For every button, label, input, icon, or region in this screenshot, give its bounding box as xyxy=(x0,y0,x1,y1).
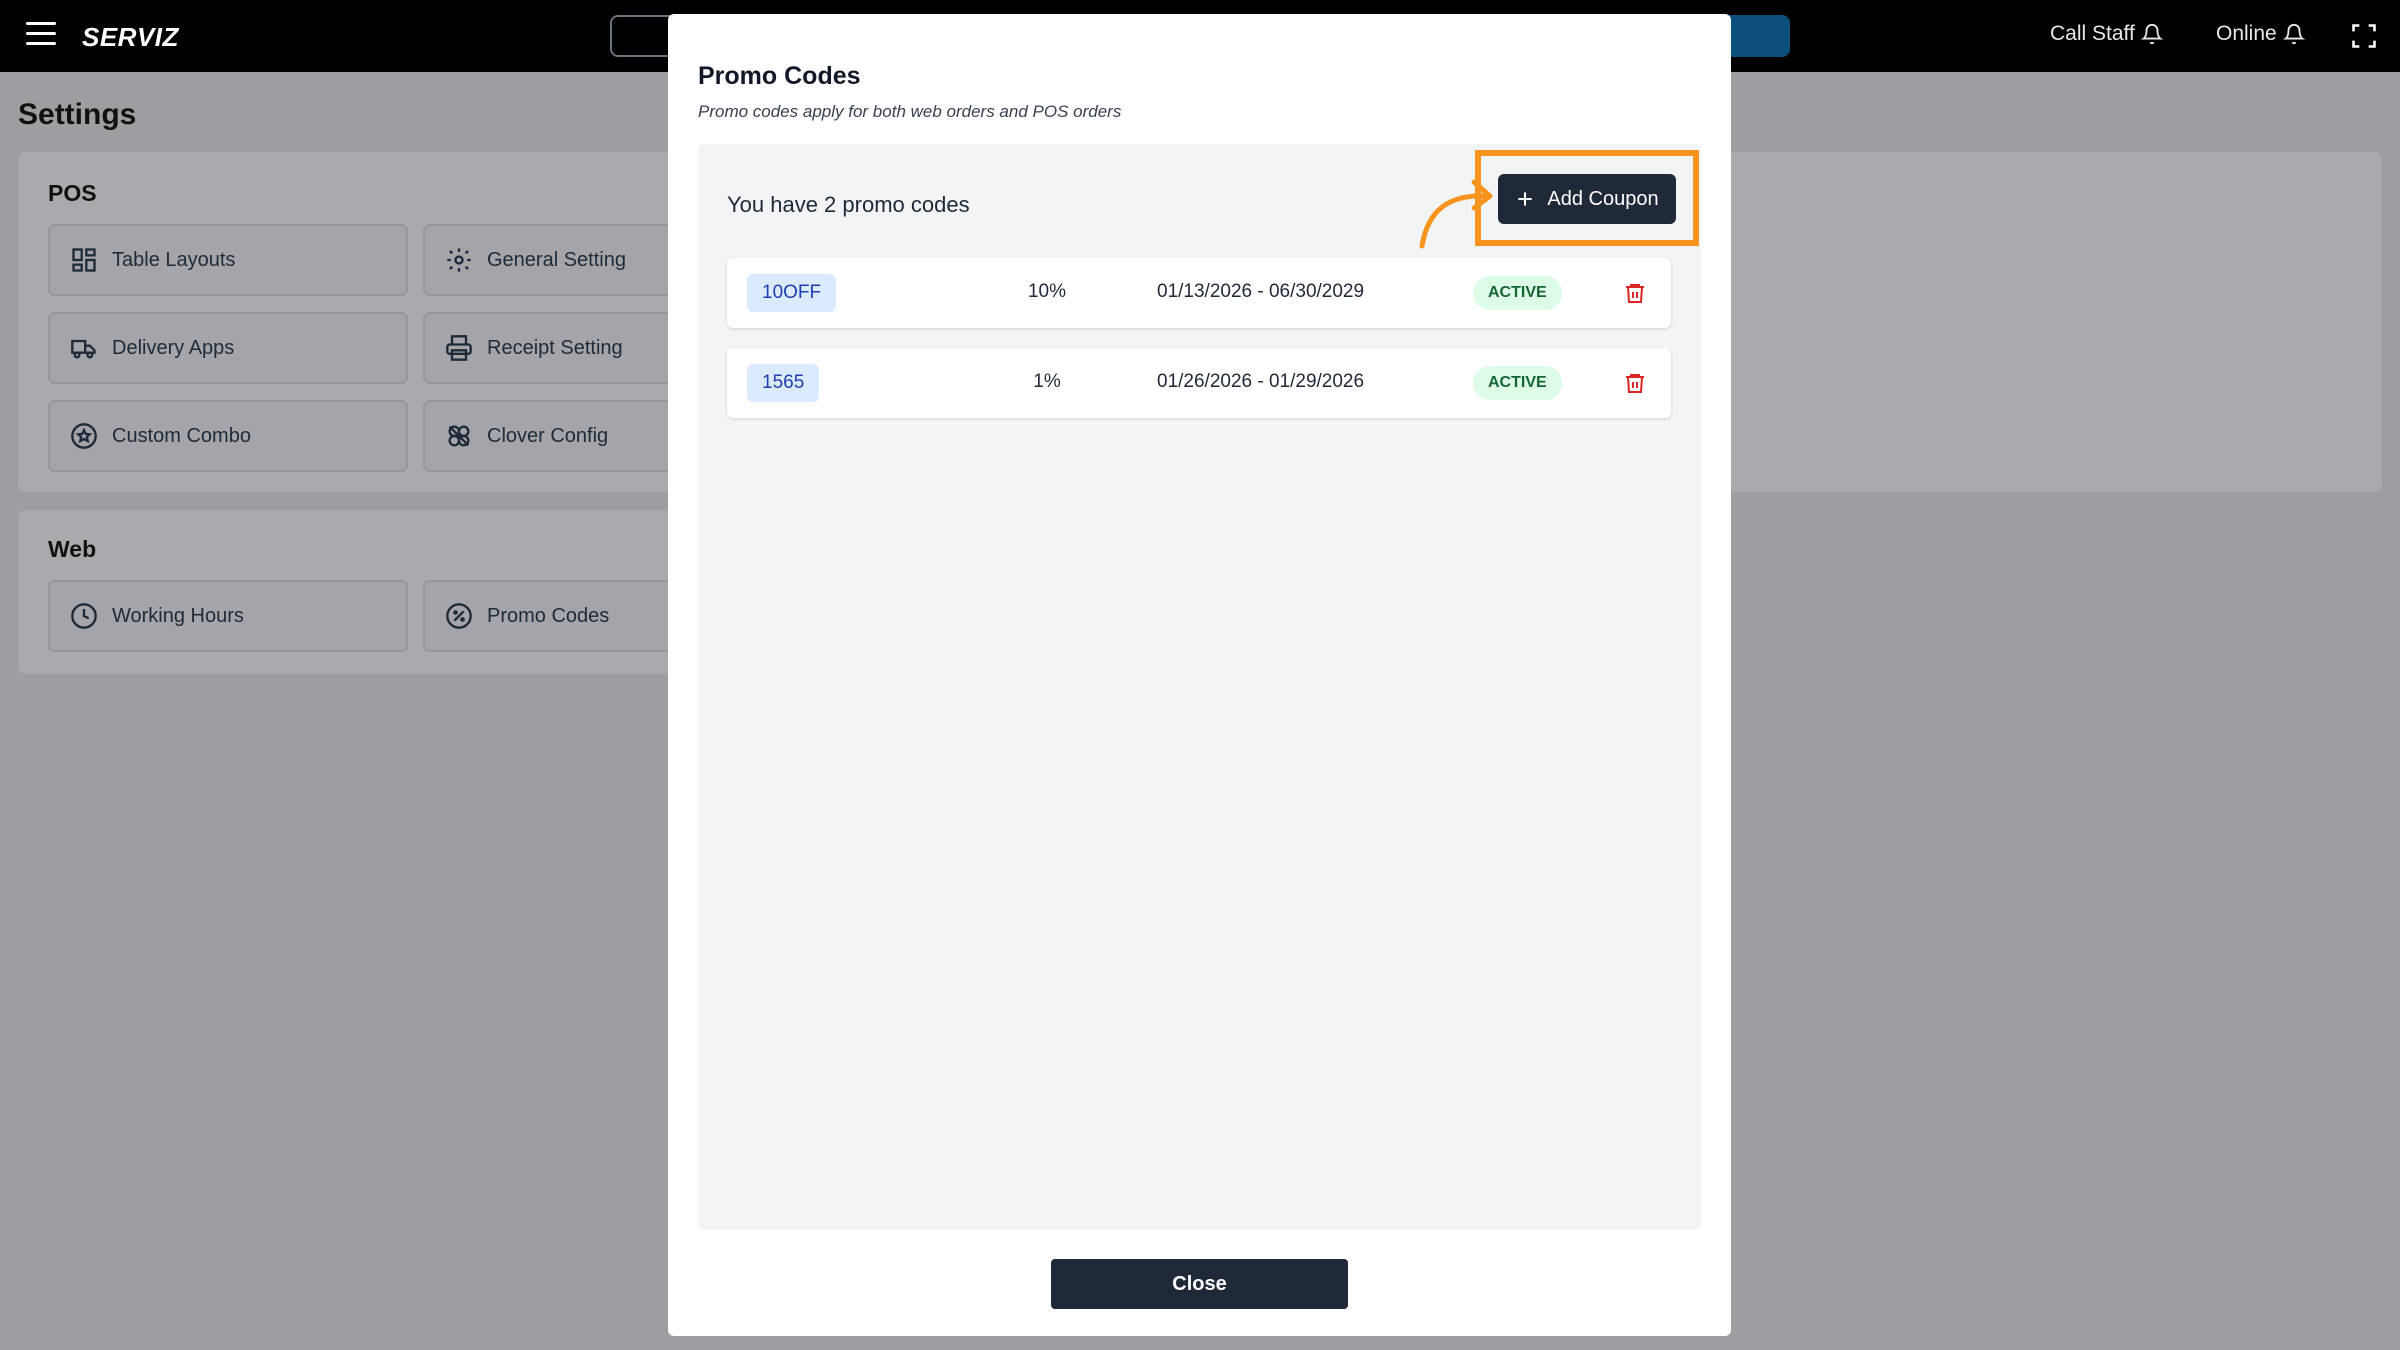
tile-label: Custom Combo xyxy=(112,424,251,447)
tile-label: General Setting xyxy=(487,248,626,271)
tile-delivery-apps[interactable]: Delivery Apps xyxy=(48,312,408,384)
trash-icon[interactable] xyxy=(1623,280,1647,306)
pos-section-title: POS xyxy=(48,180,97,206)
coupon-status-badge: ACTIVE xyxy=(1473,366,1562,400)
plus-icon xyxy=(1518,192,1533,206)
coupon-status-badge: ACTIVE xyxy=(1473,276,1562,310)
call-staff-label: Call Staff xyxy=(2050,22,2135,45)
promo-count-text: You have 2 promo codes xyxy=(727,192,970,217)
clover-icon xyxy=(448,425,470,447)
coupon-code-badge: 1565 xyxy=(747,364,820,402)
printer-icon xyxy=(446,335,472,361)
promo-codes-modal: Promo Codes Promo codes apply for both w… xyxy=(668,14,1731,1336)
tile-table-layouts[interactable]: Table Layouts xyxy=(48,224,408,296)
tile-label: Clover Config xyxy=(487,424,609,447)
modal-title: Promo Codes xyxy=(698,62,861,90)
web-section-title: Web xyxy=(48,536,97,562)
coupon-discount: 10% xyxy=(1027,281,1067,302)
coupon-discount: 1% xyxy=(1033,371,1061,392)
brand-logo: SERVIZ xyxy=(82,22,179,52)
truck-icon xyxy=(71,339,96,359)
tile-working-hours[interactable]: Working Hours xyxy=(48,580,408,652)
add-coupon-label: Add Coupon xyxy=(1547,187,1659,210)
coupon-date-range: 01/26/2026 - 01/29/2026 xyxy=(1157,371,1365,392)
coupon-row: 10OFF 10% 01/13/2026 - 06/30/2029 ACTIVE xyxy=(727,258,1671,328)
percent-badge-icon xyxy=(446,603,472,629)
call-staff-button[interactable]: Call Staff xyxy=(2050,22,2163,46)
bell-icon xyxy=(2140,24,2163,45)
tile-label: Promo Codes xyxy=(487,604,610,627)
add-coupon-button[interactable]: Add Coupon xyxy=(1498,174,1676,224)
close-button[interactable]: Close xyxy=(1051,1259,1348,1309)
tile-label: Working Hours xyxy=(112,604,244,627)
online-label: Online xyxy=(2216,22,2277,45)
menu-icon[interactable] xyxy=(26,22,56,50)
tile-custom-combo[interactable]: Custom Combo xyxy=(48,400,408,472)
layout-grid-icon xyxy=(72,248,96,272)
online-status-button[interactable]: Online xyxy=(2216,22,2305,46)
tile-label: Delivery Apps xyxy=(112,336,235,359)
coupon-code-badge: 10OFF xyxy=(747,274,837,312)
web-settings-panel: Web Working Hours Promo Codes xyxy=(18,510,783,674)
page-title: Settings xyxy=(18,98,137,131)
clock-icon xyxy=(71,603,97,629)
bell-icon xyxy=(2282,24,2305,45)
tile-label: Table Layouts xyxy=(112,248,236,271)
tile-label: Receipt Setting xyxy=(487,336,623,359)
coupon-row: 1565 1% 01/26/2026 - 01/29/2026 ACTIVE xyxy=(727,348,1671,418)
fullscreen-icon[interactable] xyxy=(2350,22,2378,50)
gear-icon xyxy=(447,248,471,272)
coupon-date-range: 01/13/2026 - 06/30/2029 xyxy=(1157,281,1365,302)
trash-icon[interactable] xyxy=(1623,370,1647,396)
star-badge-icon xyxy=(71,423,97,449)
promo-list-container: You have 2 promo codes Add Coupon 10OFF … xyxy=(698,144,1701,1230)
modal-subtitle: Promo codes apply for both web orders an… xyxy=(698,102,1122,121)
